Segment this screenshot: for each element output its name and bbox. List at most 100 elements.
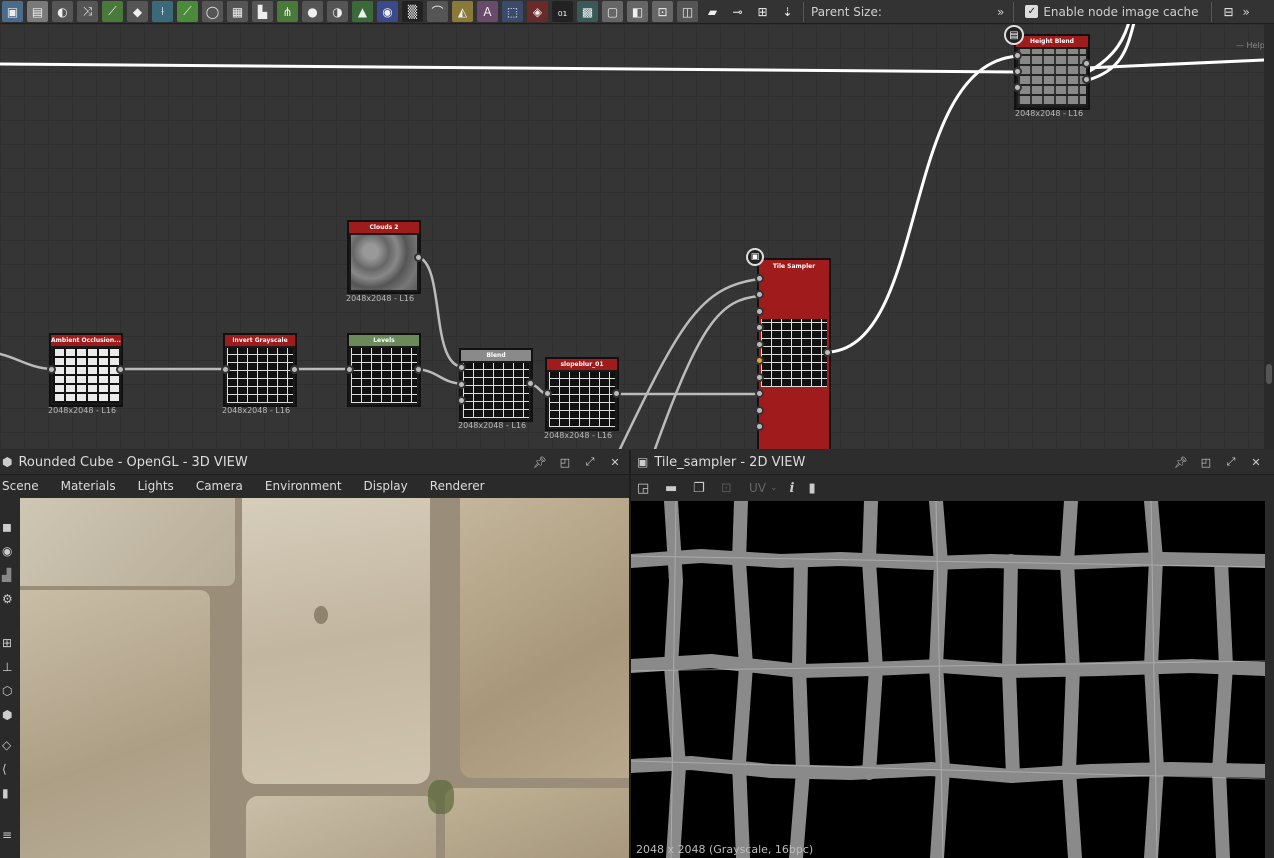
value-icon[interactable]: ₀₁ xyxy=(552,1,573,22)
dot-icon[interactable]: ⊸ xyxy=(727,1,748,22)
transform-icon[interactable]: ⬚ xyxy=(502,1,523,22)
output-port[interactable] xyxy=(290,365,299,374)
layers-icon[interactable]: ◇ xyxy=(2,738,11,752)
light-icon[interactable]: ◉ xyxy=(2,544,12,558)
input-port[interactable] xyxy=(1013,83,1022,92)
info-icon[interactable]: i xyxy=(790,481,795,496)
menu-lights[interactable]: Lights xyxy=(138,479,174,493)
input-port[interactable] xyxy=(457,363,466,372)
scrollbar-thumb[interactable] xyxy=(1266,364,1272,384)
input-port[interactable] xyxy=(755,290,764,299)
settings-icon[interactable]: ⚙ xyxy=(2,592,13,606)
input-port[interactable] xyxy=(755,422,764,431)
input-port[interactable] xyxy=(47,365,56,374)
output-port[interactable] xyxy=(823,348,832,357)
node-blend[interactable]: Blend xyxy=(459,348,533,422)
gradient-map-icon[interactable]: ◆ xyxy=(127,1,148,22)
node-levels[interactable]: Levels xyxy=(347,333,421,407)
output-icon[interactable]: ▙ xyxy=(252,1,273,22)
view2d-viewport[interactable]: 2048 x 2048 (Grayscale, 16bpc) xyxy=(631,501,1265,858)
float-panel-icon[interactable]: ◰ xyxy=(1198,454,1214,470)
copy-icon[interactable]: ❐ xyxy=(693,481,713,496)
input-port[interactable] xyxy=(755,389,764,398)
sharpen-icon[interactable]: ⟋ xyxy=(177,1,198,22)
input-port[interactable] xyxy=(755,307,764,316)
output-port[interactable] xyxy=(116,365,125,374)
axis-icon[interactable]: ⊥ xyxy=(2,660,12,674)
noise-icon[interactable]: ▒ xyxy=(402,1,423,22)
curve-icon[interactable]: ⟋ xyxy=(102,1,123,22)
branch-icon[interactable]: ⟨ xyxy=(2,762,7,776)
text-icon[interactable]: A xyxy=(477,1,498,22)
pin-icon[interactable]: ⇣ xyxy=(777,1,798,22)
input-port[interactable] xyxy=(221,365,230,374)
histogram-scan-icon[interactable]: ◑ xyxy=(327,1,348,22)
node-height-blend[interactable]: Height Blend xyxy=(1014,34,1090,110)
fill-icon[interactable]: ◈ xyxy=(527,1,548,22)
bezier-icon[interactable]: ⌒ xyxy=(427,1,448,22)
graph-scrollbar[interactable] xyxy=(1264,24,1274,449)
close-icon[interactable]: ✕ xyxy=(607,454,623,470)
input-port-active[interactable] xyxy=(755,356,764,365)
node-clouds-2[interactable]: Clouds 2 xyxy=(347,220,421,294)
comment-icon[interactable]: ▰ xyxy=(702,1,723,22)
color-wheel-icon[interactable]: ◉ xyxy=(377,1,398,22)
stats-icon[interactable]: ▮ xyxy=(2,786,9,800)
menu-renderer[interactable]: Renderer xyxy=(430,479,485,493)
menu-camera[interactable]: Camera xyxy=(196,479,243,493)
grid-icon[interactable]: ⊞ xyxy=(2,636,12,650)
input-port[interactable] xyxy=(755,373,764,382)
output-port[interactable] xyxy=(414,253,423,262)
view3d-viewport[interactable] xyxy=(20,498,629,858)
menu-environment[interactable]: Environment xyxy=(265,479,342,493)
mirror-icon[interactable]: ◭ xyxy=(452,1,473,22)
node-graph-canvas[interactable]: Ambient Occlusion... 2048x2048 - L16 Inv… xyxy=(0,24,1264,449)
histogram-icon[interactable]: ▮ xyxy=(809,481,816,496)
warp-icon[interactable]: ⋔ xyxy=(277,1,298,22)
toolbar-more-chevron[interactable]: » xyxy=(1243,5,1250,19)
enable-cache-checkbox[interactable]: ✓ xyxy=(1025,5,1039,18)
wire-cube-icon[interactable]: ⬢ xyxy=(2,708,12,722)
export-icon[interactable]: ◲ xyxy=(637,481,657,496)
view2d-scrollbar[interactable] xyxy=(1265,501,1274,858)
graph-layout-icon[interactable]: ⊞ xyxy=(752,1,773,22)
list-icon[interactable]: ≡ xyxy=(2,828,12,842)
input-port[interactable] xyxy=(755,340,764,349)
input-port[interactable] xyxy=(1013,51,1022,60)
cube-view-icon[interactable]: ⬡ xyxy=(2,684,12,698)
help-label[interactable]: — Help xyxy=(1236,41,1264,50)
node-ambient-occlusion[interactable]: Ambient Occlusion... xyxy=(49,333,123,407)
input-port[interactable] xyxy=(755,406,764,415)
close-icon[interactable]: ✕ xyxy=(1248,454,1264,470)
float-panel-icon[interactable]: ◰ xyxy=(557,454,573,470)
bitmap-node-icon[interactable]: ▣ xyxy=(2,1,23,22)
input-port[interactable] xyxy=(457,380,466,389)
frame-icon[interactable]: ▢ xyxy=(602,1,623,22)
tile-generator-icon[interactable]: ▦ xyxy=(227,1,248,22)
input-port[interactable] xyxy=(345,365,354,374)
blur-icon[interactable]: ◯ xyxy=(202,1,223,22)
levels-icon[interactable]: ⟊ xyxy=(152,1,173,22)
maximize-icon[interactable]: ⤢ xyxy=(582,454,598,470)
output-port[interactable] xyxy=(1082,75,1091,84)
input-port[interactable] xyxy=(755,323,764,332)
shuffle-icon[interactable]: ⤨ xyxy=(77,1,98,22)
environment-icon[interactable]: ▟ xyxy=(2,568,11,582)
node-slopeblur[interactable]: slopeblur_01 xyxy=(545,357,619,431)
pin-icon[interactable]: 📌︎ xyxy=(1173,454,1189,470)
input-port[interactable] xyxy=(457,396,466,405)
save-icon[interactable]: ▬ xyxy=(665,481,685,496)
output-port[interactable] xyxy=(526,379,535,388)
switch-icon[interactable]: ● xyxy=(302,1,323,22)
menu-scene[interactable]: Scene xyxy=(2,479,39,493)
node-cache-options-icon[interactable]: ⊟ xyxy=(1216,1,1241,22)
menu-materials[interactable]: Materials xyxy=(61,479,116,493)
triangle-icon[interactable]: ▲ xyxy=(352,1,373,22)
frame-link-icon[interactable]: ⊡ xyxy=(652,1,673,22)
input-port[interactable] xyxy=(1013,67,1022,76)
maximize-icon[interactable]: ⤢ xyxy=(1223,454,1239,470)
node-tile-sampler[interactable]: Tile Sampler xyxy=(757,258,831,449)
output-port[interactable] xyxy=(1082,59,1091,68)
uniform-color-icon[interactable]: ◐ xyxy=(52,1,73,22)
output-port[interactable] xyxy=(414,365,423,374)
